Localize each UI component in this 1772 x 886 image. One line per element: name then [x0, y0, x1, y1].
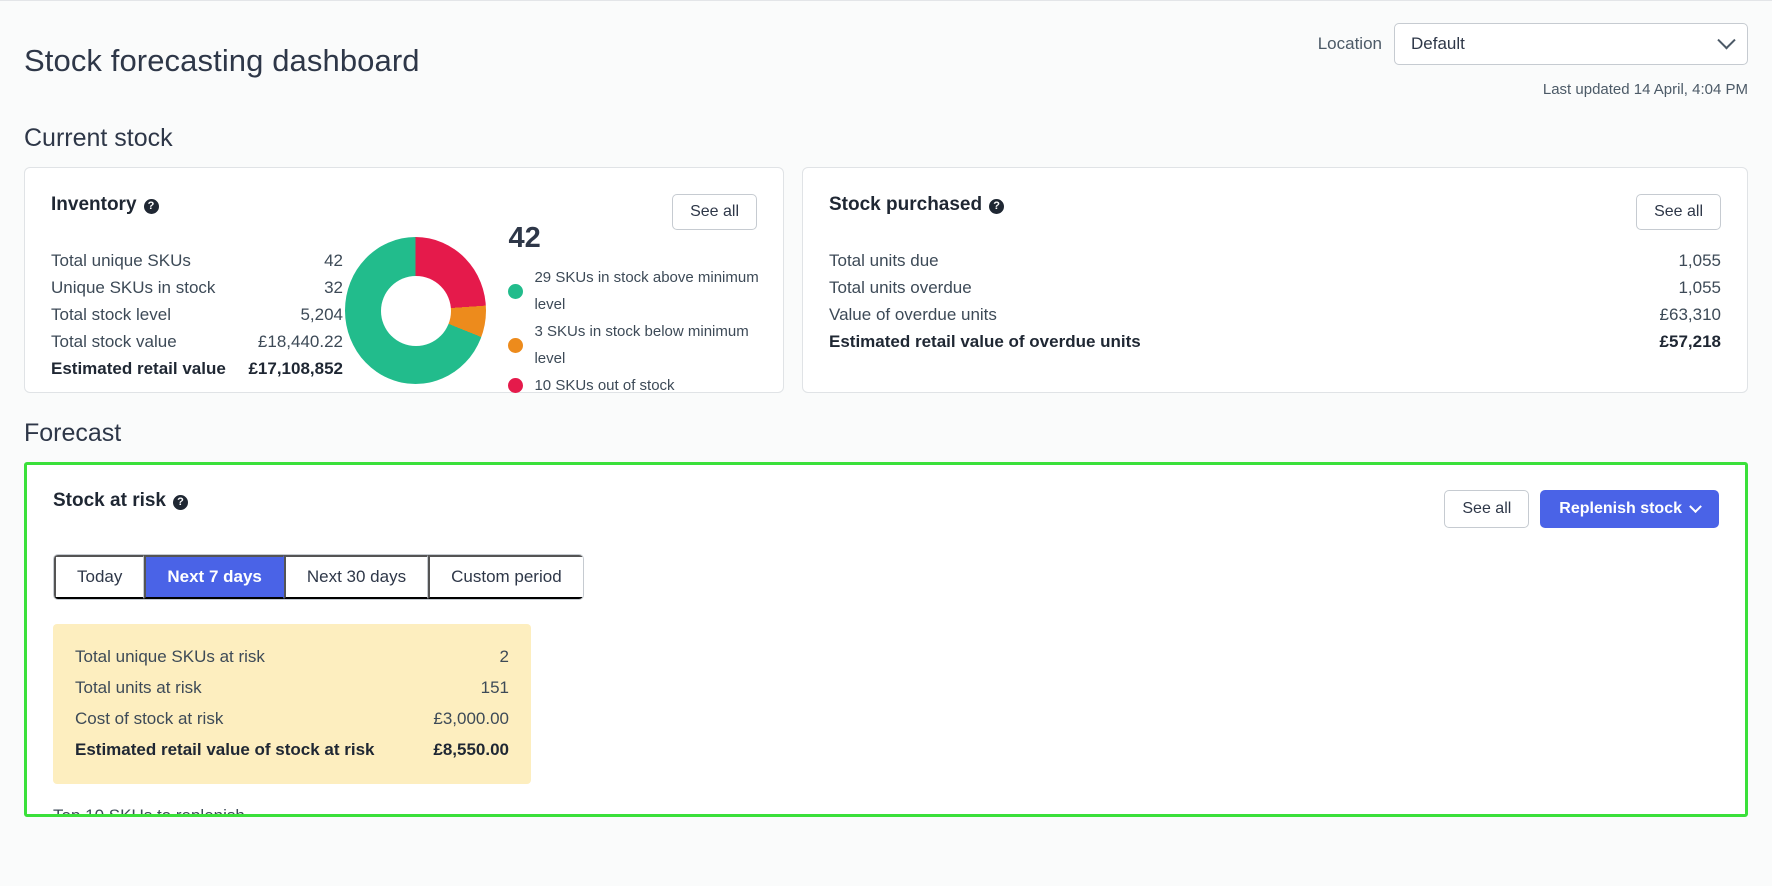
table-row: Total units due 1,055: [829, 247, 1721, 274]
page-header: Stock forecasting dashboard Location Def…: [24, 1, 1748, 98]
stat-label: Cost of stock at risk: [75, 703, 223, 734]
stat-value: £17,108,852: [248, 355, 343, 382]
stat-value: 32: [324, 274, 343, 301]
replenish-stock-button[interactable]: Replenish stock: [1540, 490, 1719, 528]
stat-label: Estimated retail value of overdue units: [829, 328, 1141, 355]
stat-label: Value of overdue units: [829, 301, 997, 328]
donut-legend: 42 29 SKUs in stock above minimum level …: [508, 222, 783, 399]
stock-purchased-title-text: Stock purchased: [829, 194, 982, 216]
dashboard-page: Stock forecasting dashboard Location Def…: [0, 1, 1772, 817]
legend-label: 10 SKUs out of stock: [534, 372, 674, 399]
stat-value: £8,550.00: [433, 734, 509, 765]
stat-value: 1,055: [1678, 274, 1721, 301]
page-title: Stock forecasting dashboard: [24, 43, 420, 79]
location-label: Location: [1318, 34, 1382, 54]
donut-graphic: [345, 237, 486, 384]
stock-purchased-card-header: Stock purchased ? See all: [829, 194, 1721, 230]
table-row: Total units overdue 1,055: [829, 274, 1721, 301]
table-row-total: Estimated retail value of overdue units …: [829, 328, 1721, 355]
table-row: Total unique SKUs 42: [51, 247, 343, 274]
legend-item: 29 SKUs in stock above minimum level: [508, 264, 783, 318]
stat-label: Total unique SKUs at risk: [75, 641, 265, 672]
section-title-current-stock: Current stock: [24, 124, 1748, 153]
location-selected-value: Default: [1411, 34, 1465, 54]
table-row: Total stock value £18,440.22: [51, 328, 343, 355]
stat-label: Total unique SKUs: [51, 247, 191, 274]
table-row-total: Estimated retail value of stock at risk …: [75, 734, 509, 765]
table-row: Value of overdue units £63,310: [829, 301, 1721, 328]
stock-at-risk-summary-panel: Total unique SKUs at risk 2 Total units …: [53, 624, 531, 784]
stat-value: 151: [481, 672, 509, 703]
stat-label: Estimated retail value: [51, 355, 226, 382]
stock-purchased-see-all-button[interactable]: See all: [1636, 194, 1721, 230]
location-filter: Location Default: [1318, 23, 1748, 65]
stock-at-risk-header: Stock at risk ? See all Replenish stock: [53, 490, 1719, 528]
table-row: Total stock level 5,204: [51, 301, 343, 328]
stock-purchased-title: Stock purchased ?: [829, 194, 1004, 216]
legend-item: 10 SKUs out of stock: [508, 372, 783, 399]
stat-label: Estimated retail value of stock at risk: [75, 734, 375, 765]
legend-swatch-icon: [508, 378, 523, 393]
stat-label: Total stock level: [51, 301, 171, 328]
stat-label: Total units at risk: [75, 672, 202, 703]
help-icon[interactable]: ?: [144, 199, 159, 214]
stock-at-risk-see-all-button[interactable]: See all: [1444, 490, 1529, 528]
stock-at-risk-actions: See all Replenish stock: [1444, 490, 1719, 528]
inventory-title-text: Inventory: [51, 194, 137, 216]
chevron-down-icon: [1689, 500, 1702, 513]
last-updated-text: Last updated 14 April, 4:04 PM: [1543, 81, 1748, 98]
tab-today[interactable]: Today: [54, 555, 144, 599]
stock-purchased-stats: Total units due 1,055 Total units overdu…: [829, 247, 1721, 355]
donut-total-value: 42: [508, 222, 783, 255]
legend-swatch-icon: [508, 284, 523, 299]
inventory-card: Inventory ? See all Total unique SKUs 42…: [24, 167, 784, 393]
inventory-title: Inventory ?: [51, 194, 159, 216]
tab-next-30-days[interactable]: Next 30 days: [284, 555, 428, 599]
top-skus-heading: Top 10 SKUs to replenish: [53, 806, 1719, 817]
stock-at-risk-title-text: Stock at risk: [53, 490, 166, 512]
stat-label: Total units due: [829, 247, 939, 274]
current-stock-cards: Inventory ? See all Total unique SKUs 42…: [24, 167, 1748, 393]
table-row: Cost of stock at risk £3,000.00: [75, 703, 509, 734]
stat-label: Total stock value: [51, 328, 177, 355]
inventory-donut-chart: 42 29 SKUs in stock above minimum level …: [345, 222, 783, 399]
table-row: Total units at risk 151: [75, 672, 509, 703]
table-row-total: Estimated retail value £17,108,852: [51, 355, 343, 382]
stat-value: £63,310: [1660, 301, 1721, 328]
help-icon[interactable]: ?: [989, 199, 1004, 214]
stat-value: £18,440.22: [258, 328, 343, 355]
tab-next-7-days[interactable]: Next 7 days: [144, 555, 284, 599]
stock-purchased-card: Stock purchased ? See all Total units du…: [802, 167, 1748, 393]
stock-at-risk-title: Stock at risk ?: [53, 490, 188, 512]
stat-value: 5,204: [300, 301, 343, 328]
section-title-forecast: Forecast: [24, 419, 1748, 448]
stat-value: 2: [500, 641, 509, 672]
legend-label: 3 SKUs in stock below minimum level: [534, 318, 783, 372]
stat-label: Unique SKUs in stock: [51, 274, 215, 301]
table-row: Unique SKUs in stock 32: [51, 274, 343, 301]
tab-custom-period[interactable]: Custom period: [428, 555, 583, 599]
location-select[interactable]: Default: [1394, 23, 1748, 65]
header-right: Location Default Last updated 14 April, …: [1318, 23, 1748, 98]
stat-value: 1,055: [1678, 247, 1721, 274]
legend-swatch-icon: [508, 338, 523, 353]
inventory-stats: Total unique SKUs 42 Unique SKUs in stoc…: [51, 247, 343, 382]
stat-label: Total units overdue: [829, 274, 972, 301]
table-row: Total unique SKUs at risk 2: [75, 641, 509, 672]
stock-at-risk-card: Stock at risk ? See all Replenish stock …: [24, 462, 1748, 817]
legend-item: 3 SKUs in stock below minimum level: [508, 318, 783, 372]
chevron-down-icon: [1717, 31, 1735, 49]
help-icon[interactable]: ?: [173, 495, 188, 510]
stat-value: £3,000.00: [433, 703, 509, 734]
legend-label: 29 SKUs in stock above minimum level: [534, 264, 783, 318]
replenish-stock-label: Replenish stock: [1559, 500, 1682, 518]
stat-value: 42: [324, 247, 343, 274]
period-tabs: Today Next 7 days Next 30 days Custom pe…: [53, 554, 584, 600]
stat-value: £57,218: [1660, 328, 1721, 355]
